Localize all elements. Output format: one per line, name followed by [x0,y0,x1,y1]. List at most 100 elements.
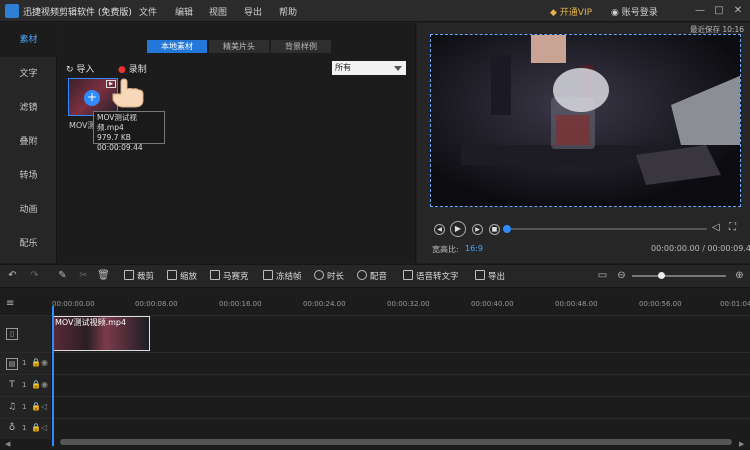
speech-to-text-button[interactable]: 语音转文字 [403,270,459,282]
minimize-button[interactable]: — [692,3,708,19]
nav-filter[interactable]: 滤镜 [0,91,57,125]
mosaic-button[interactable]: 马赛克 [210,270,249,282]
export-icon [475,270,485,280]
tab-intros[interactable]: 精美片头 [209,40,269,53]
menu-help[interactable]: 帮助 [279,5,297,18]
timeline-scrollbar[interactable] [60,439,732,445]
nav-overlay[interactable]: 叠附 [0,125,57,159]
login-button[interactable]: ◉ 账号登录 [611,5,658,18]
add-track-icon[interactable]: ≡ [6,298,14,309]
app-title: 迅捷视频剪辑软件 (免费版) [23,8,132,18]
tab-backgrounds[interactable]: 背景样例 [271,40,331,53]
zoom-out-icon[interactable]: ⊖ [615,269,628,282]
aspect-ratio-label: 宽高比: [432,245,459,254]
scroll-right-icon[interactable]: ▶ [739,440,744,448]
vip-button[interactable]: ◆ 开通VIP [550,5,592,18]
mosaic-icon [210,270,220,280]
delete-icon[interactable]: 🗑 [97,269,110,282]
speaker-icon[interactable]: ◁ [41,423,47,432]
export-label: 导出 [488,272,506,282]
nav-music[interactable]: 配乐 [0,227,57,261]
eye-icon[interactable]: ◉ [41,380,48,389]
fullscreen-icon[interactable]: ⛶ [729,222,736,233]
time-ruler[interactable]: 00:00:00.00 00:00:08.00 00:00:16.00 00:0… [52,296,750,310]
export-button[interactable]: 导出 [475,270,505,282]
ruler-tick: 00:00:56.00 [639,300,682,308]
pip-track[interactable]: ▤ 1 🔒 ◉ [0,352,750,375]
edit-icon[interactable]: ✎ [56,269,69,282]
eye-icon[interactable]: ◉ [41,358,48,367]
track-header: ♫ 1 🔒 ◁ [0,397,52,419]
duration-label: 时长 [327,272,345,282]
menu-export[interactable]: 导出 [244,5,262,18]
undo-icon[interactable]: ↶ [6,269,19,282]
nav-material[interactable]: 素材 [0,23,57,57]
mosaic-label: 马赛克 [223,272,249,282]
track-header: ♁ 1 🔒 ◁ [0,419,52,439]
play-button[interactable]: ▶ [450,221,466,237]
nav-transition[interactable]: 转场 [0,159,57,193]
close-button[interactable]: ✕ [730,3,746,19]
freeze-frame-button[interactable]: 冻结帧 [263,270,302,282]
zoom-in-icon[interactable]: ⊕ [733,269,746,282]
playhead[interactable] [52,306,54,446]
record-button[interactable]: ● 录制 [118,62,147,75]
crop-button[interactable]: 裁剪 [124,270,154,282]
hand-cursor-icon [112,78,144,108]
text-track[interactable]: T 1 🔒 ◉ [0,374,750,397]
add-to-timeline-icon[interactable]: + [84,90,100,106]
lock-icon[interactable]: 🔒 [31,380,41,389]
volume-icon[interactable]: ◁ [712,222,720,233]
progress-bar[interactable] [507,228,707,230]
nav-animation[interactable]: 动画 [0,193,57,227]
dub-button[interactable]: 配音 [357,270,387,282]
speaker-icon[interactable]: ◁ [41,402,47,411]
track-header: ▤ 1 🔒 ◉ [0,353,52,375]
voice-track[interactable]: ♁ 1 🔒 ◁ [0,418,750,439]
ruler-tick: 00:00:32.00 [387,300,430,308]
left-nav: 素材 文字 滤镜 叠附 转场 动画 配乐 [0,23,57,263]
refresh-icon: ↻ [66,65,74,75]
tab-local-media[interactable]: 本地素材 [147,40,207,53]
crop-icon [124,270,134,280]
file-tooltip: MOV测试视频.mp4 979.7 KB 00:00:09.44 [93,111,165,152]
prev-frame-icon[interactable]: ◀ [434,224,445,235]
maximize-button[interactable]: □ [711,3,727,19]
music-track[interactable]: ♫ 1 🔒 ◁ [0,396,750,419]
ruler-tick: 00:00:16.00 [219,300,262,308]
video-track-icon: ▤ [6,358,18,370]
import-label: 导入 [76,65,95,75]
speech-icon [403,270,413,280]
import-button[interactable]: ↻ 导入 [66,62,94,75]
fit-timeline-icon[interactable]: ▭ [596,269,609,282]
next-frame-icon[interactable]: ▶ [472,224,483,235]
menu-view[interactable]: 视图 [209,5,227,18]
lock-icon[interactable]: 🔒 [31,358,41,367]
progress-knob[interactable] [503,225,511,233]
freeze-icon [263,270,273,280]
timeline-zoom-slider[interactable] [632,275,726,277]
menu-file[interactable]: 文件 [139,5,157,18]
timecode-display: 00:00:00.00 / 00:00:09.44 [651,244,750,253]
menu-edit[interactable]: 编辑 [175,5,193,18]
chevron-down-icon [394,66,402,71]
video-preview[interactable] [430,34,741,207]
lock-icon[interactable]: 🔒 [31,423,41,432]
filter-select[interactable]: 所有 [332,61,406,75]
dub-label: 配音 [370,272,388,282]
stop-icon[interactable]: ■ [489,224,500,235]
duration-button[interactable]: 时长 [314,270,344,282]
lock-icon[interactable]: 🔒 [31,402,41,411]
clock-icon [314,270,324,280]
track-number: 1 [22,424,27,432]
microphone-icon [357,270,367,280]
cut-icon[interactable]: ✂ [77,269,90,282]
redo-icon[interactable]: ↷ [28,269,41,282]
zoom-button[interactable]: 缩放 [167,270,197,282]
timeline-zoom-knob[interactable] [658,272,665,279]
track-number: 1 [22,403,27,411]
scroll-left-icon[interactable]: ◀ [5,440,10,448]
ruler-tick: 00:00:08.00 [135,300,178,308]
nav-text[interactable]: 文字 [0,57,57,91]
aspect-ratio-value[interactable]: 16:9 [465,244,483,253]
